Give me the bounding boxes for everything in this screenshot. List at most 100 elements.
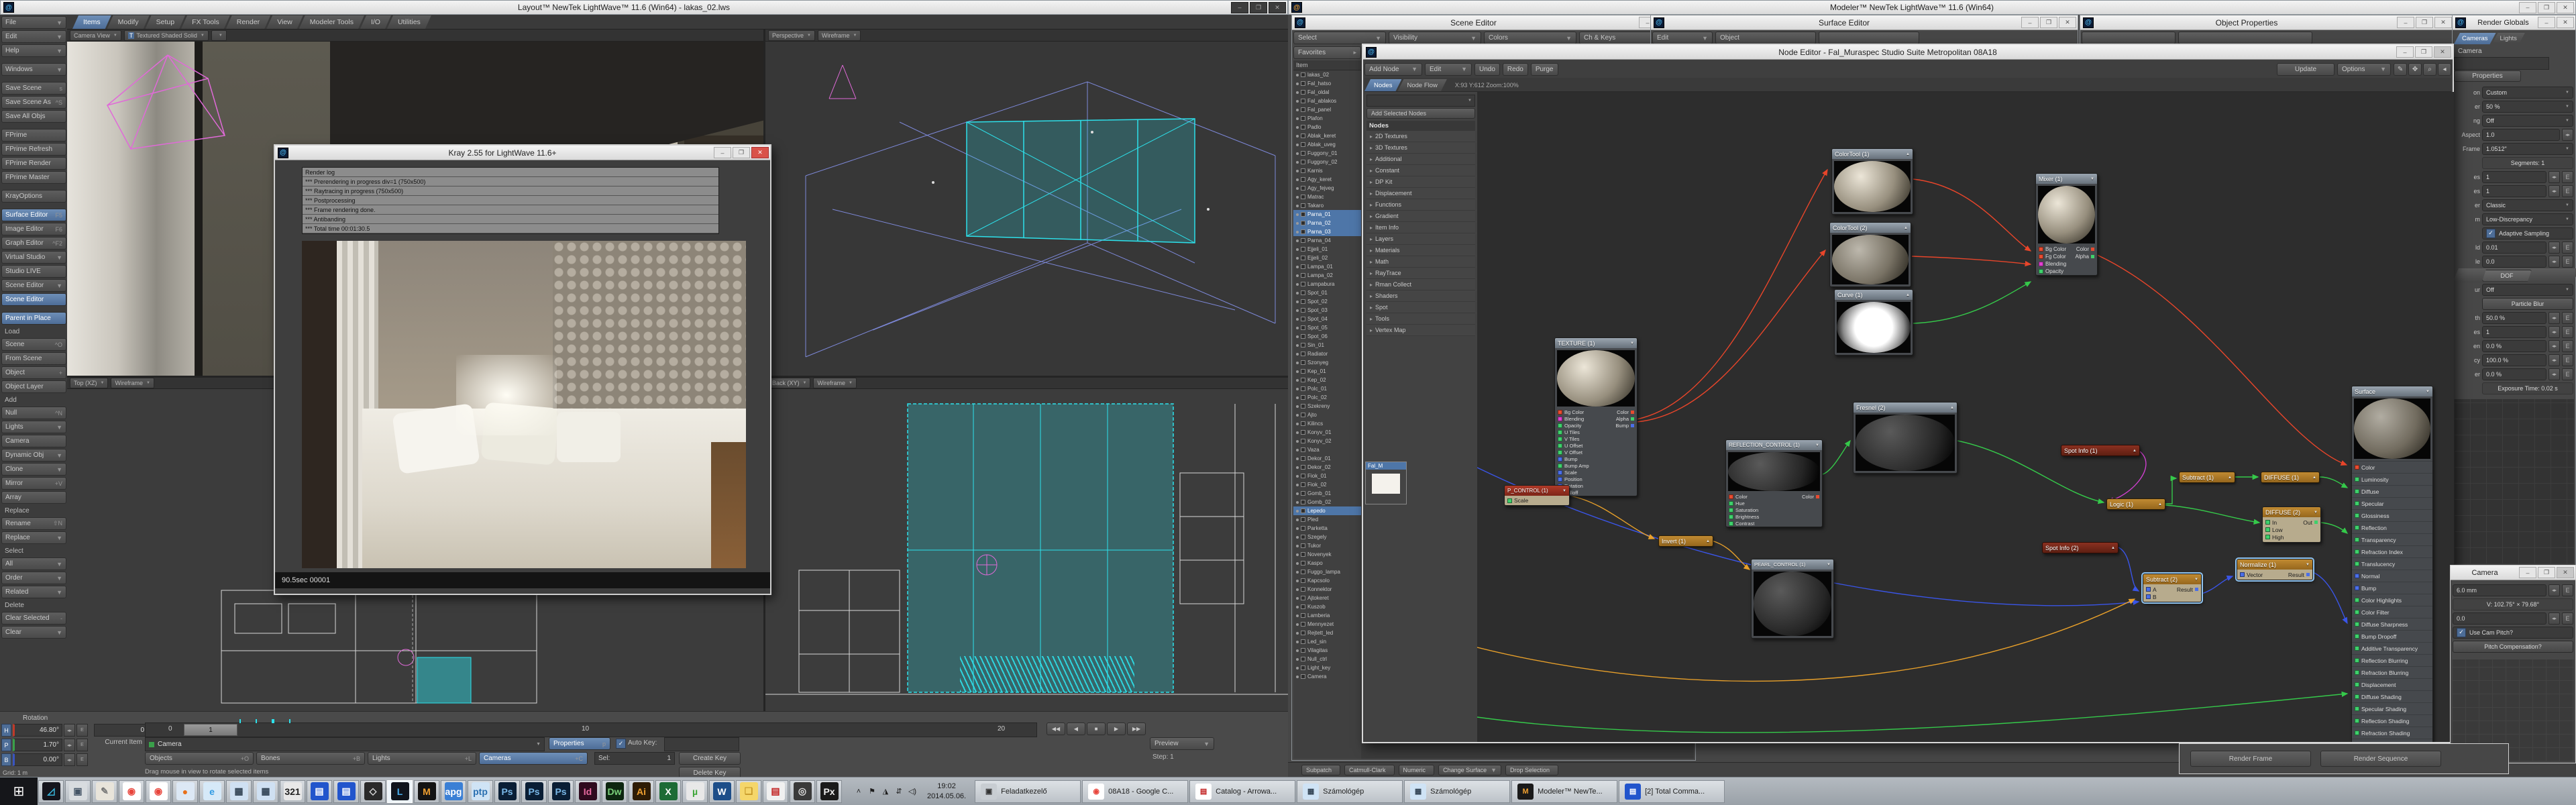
node-editor-tab[interactable]: Nodes (1364, 79, 1401, 91)
scene-editor-menu[interactable]: Colors▼ (1484, 32, 1576, 44)
scene-item-row[interactable]: Parna_04 (1293, 236, 1361, 245)
render-globals-row[interactable]: ng Off (2453, 113, 2575, 127)
close-icon[interactable]: ✕ (2557, 17, 2574, 28)
sidebar-button[interactable]: Windows▼ (1, 63, 66, 76)
render-globals-tab[interactable]: Lights (2492, 33, 2525, 44)
scene-item-row[interactable]: Ablak_uveg (1293, 140, 1361, 149)
node-category[interactable]: Gradient (1366, 211, 1475, 222)
taskbar-app-icon[interactable]: ● (172, 780, 198, 803)
close-icon[interactable]: ✕ (2434, 46, 2451, 58)
sidebar-button[interactable] (1, 58, 66, 62)
node-category[interactable]: Tools (1366, 313, 1475, 325)
sidebar-button[interactable]: Image EditorF6 (1, 223, 66, 235)
taskbar-window-button[interactable]: ▣ Feladatkezelő (975, 780, 1081, 803)
scene-item-row[interactable]: Gomb_01 (1293, 489, 1361, 498)
close-icon[interactable]: ✕ (751, 147, 769, 158)
node-curve[interactable]: Curve (1) (1834, 289, 1913, 356)
scene-item-row[interactable]: Pled (1293, 515, 1361, 524)
edit-by-value[interactable]: Object (1715, 32, 1816, 44)
taskbar-app-icon[interactable]: ◎ (790, 780, 815, 803)
render-globals-row[interactable]: Segments: 1 (2453, 156, 2575, 170)
node-diffuse-2[interactable]: DIFFUSE (2) InOutLowHigh (2262, 506, 2321, 543)
scene-item-row[interactable]: Agy_fejveg (1293, 184, 1361, 193)
scene-item-row[interactable]: Fal_panel (1293, 105, 1361, 114)
shading-mode-dropdown[interactable]: Wireframe (813, 378, 856, 388)
scene-item-row[interactable]: Karnis (1293, 166, 1361, 175)
render-globals-tab[interactable]: Cameras (2454, 33, 2496, 44)
node-category[interactable]: Vertex Map (1366, 325, 1475, 336)
scene-item-row[interactable]: Ablak_keret (1293, 131, 1361, 140)
scene-item-row[interactable]: Lampa_01 (1293, 262, 1361, 271)
modeler-status-button[interactable]: Numeric (1399, 765, 1435, 775)
sidebar-button[interactable] (1, 77, 66, 80)
favorites-dropdown[interactable]: Favorites▸ (1293, 46, 1361, 59)
node-category[interactable]: Shaders (1366, 290, 1475, 302)
sidebar-button[interactable]: Dynamic Obj▼ (1, 449, 66, 462)
transport-button[interactable]: ■ (1087, 722, 1106, 735)
view-type-dropdown[interactable]: Perspective (768, 30, 815, 41)
sidebar-button[interactable]: Scene^O (1, 338, 66, 351)
node-reflection-control[interactable]: REFLECTION_CONTROL (1) ColorColorHueSatu… (1725, 439, 1823, 527)
scene-item-row[interactable]: Ajtokeret (1293, 594, 1361, 602)
sidebar-button[interactable]: Save Scene As^S (1, 96, 66, 109)
scene-item-row[interactable]: Spot_01 (1293, 288, 1361, 297)
update-button[interactable]: Update (2277, 63, 2334, 76)
sidebar-button[interactable]: Rename⇧N (1, 517, 66, 530)
scene-item-row[interactable]: Spot_06 (1293, 332, 1361, 341)
node-mixer[interactable]: Mixer (1) Bg ColorColorFg ColorAlphaBlen… (2035, 173, 2098, 276)
render-globals-row[interactable]: er 50 % (2453, 99, 2575, 113)
sidebar-button[interactable]: From Scene (1, 352, 66, 365)
close-icon[interactable]: ✕ (2557, 567, 2574, 578)
scene-editor-menu[interactable]: Select▼ (1293, 32, 1386, 44)
minimize-icon[interactable]: – (714, 147, 731, 158)
node-colortool1[interactable]: ColorTool (1) (1831, 148, 1913, 215)
render-globals-row[interactable]: Adaptive Sampling (2453, 226, 2575, 240)
render-globals-row[interactable]: m Low-Discrepancy (2453, 212, 2575, 226)
sidebar-button[interactable]: FPrime Render (1, 157, 66, 170)
perspective-viewport[interactable] (765, 42, 1288, 377)
render-globals-row[interactable]: th 50.0 % (2453, 311, 2575, 325)
scene-item-row[interactable]: Ejjeli_02 (1293, 254, 1361, 262)
modeler-status-button[interactable]: Subpatch (1301, 765, 1340, 775)
sidebar-button[interactable]: Select (1, 545, 66, 556)
redo-button[interactable]: Redo (1503, 63, 1528, 76)
layout-tab[interactable]: FX Tools (181, 15, 230, 29)
render-globals-row[interactable]: cy 100.0 % (2453, 353, 2575, 367)
sidebar-button[interactable]: Save Scenes (1, 82, 66, 95)
taskbar-app-icon[interactable]: ◉ (119, 780, 144, 803)
scene-item-row[interactable]: Parketta (1293, 524, 1361, 533)
scene-item-row[interactable]: Spot_03 (1293, 306, 1361, 315)
view-type-dropdown[interactable]: Back (XY) (768, 378, 810, 388)
node-category[interactable]: 3D Textures (1366, 142, 1475, 154)
scene-item-row[interactable]: Rejtett_led (1293, 629, 1361, 637)
scene-item-row[interactable]: Szonyeg (1293, 358, 1361, 367)
object-selector[interactable] (2082, 32, 2176, 44)
scene-item-row[interactable]: Fal_ablakos (1293, 97, 1361, 105)
layout-tab[interactable]: Modeler Tools (299, 15, 364, 29)
autokey-mode-dropdown[interactable] (664, 737, 739, 751)
scene-item-row[interactable]: Takaro (1293, 201, 1361, 210)
scene-item-row[interactable]: Fuggony_01 (1293, 149, 1361, 158)
tray-icon[interactable]: ⚑ (865, 787, 879, 796)
maximize-icon[interactable]: ❐ (2415, 46, 2432, 58)
layout-tab[interactable]: Render (226, 15, 270, 29)
scene-item-row[interactable]: Lampabura (1293, 280, 1361, 288)
camera-properties-button[interactable]: Properties (2454, 70, 2521, 82)
taskbar-app-icon[interactable]: ▦ (253, 780, 278, 803)
maximize-icon[interactable]: ❐ (2416, 17, 2433, 28)
sidebar-button[interactable]: Replace (1, 505, 66, 516)
layout-tab[interactable]: Utilities (387, 15, 431, 29)
taskbar-app-icon[interactable]: e (199, 780, 225, 803)
camera-property-row[interactable]: Use Cam Pitch? (2451, 625, 2575, 639)
timeline-handle[interactable]: 1 (184, 724, 237, 736)
scene-item-row[interactable]: Lamberia (1293, 611, 1361, 620)
close-icon[interactable]: ✕ (2557, 2, 2574, 13)
render-globals-row[interactable]: Aspect 1.0 (2453, 127, 2575, 142)
node-diffuse-1[interactable]: DIFFUSE (1) (2261, 472, 2320, 483)
taskbar-app-icon[interactable]: L (387, 780, 413, 803)
scene-item-row[interactable]: Kapcsolo (1293, 576, 1361, 585)
minimize-icon[interactable]: – (2538, 17, 2555, 28)
node-category[interactable]: Functions (1366, 199, 1475, 211)
taskbar-app-icon[interactable]: ▣ (65, 780, 91, 803)
node-fresnel[interactable]: Fresnel (2) (1853, 402, 1957, 474)
